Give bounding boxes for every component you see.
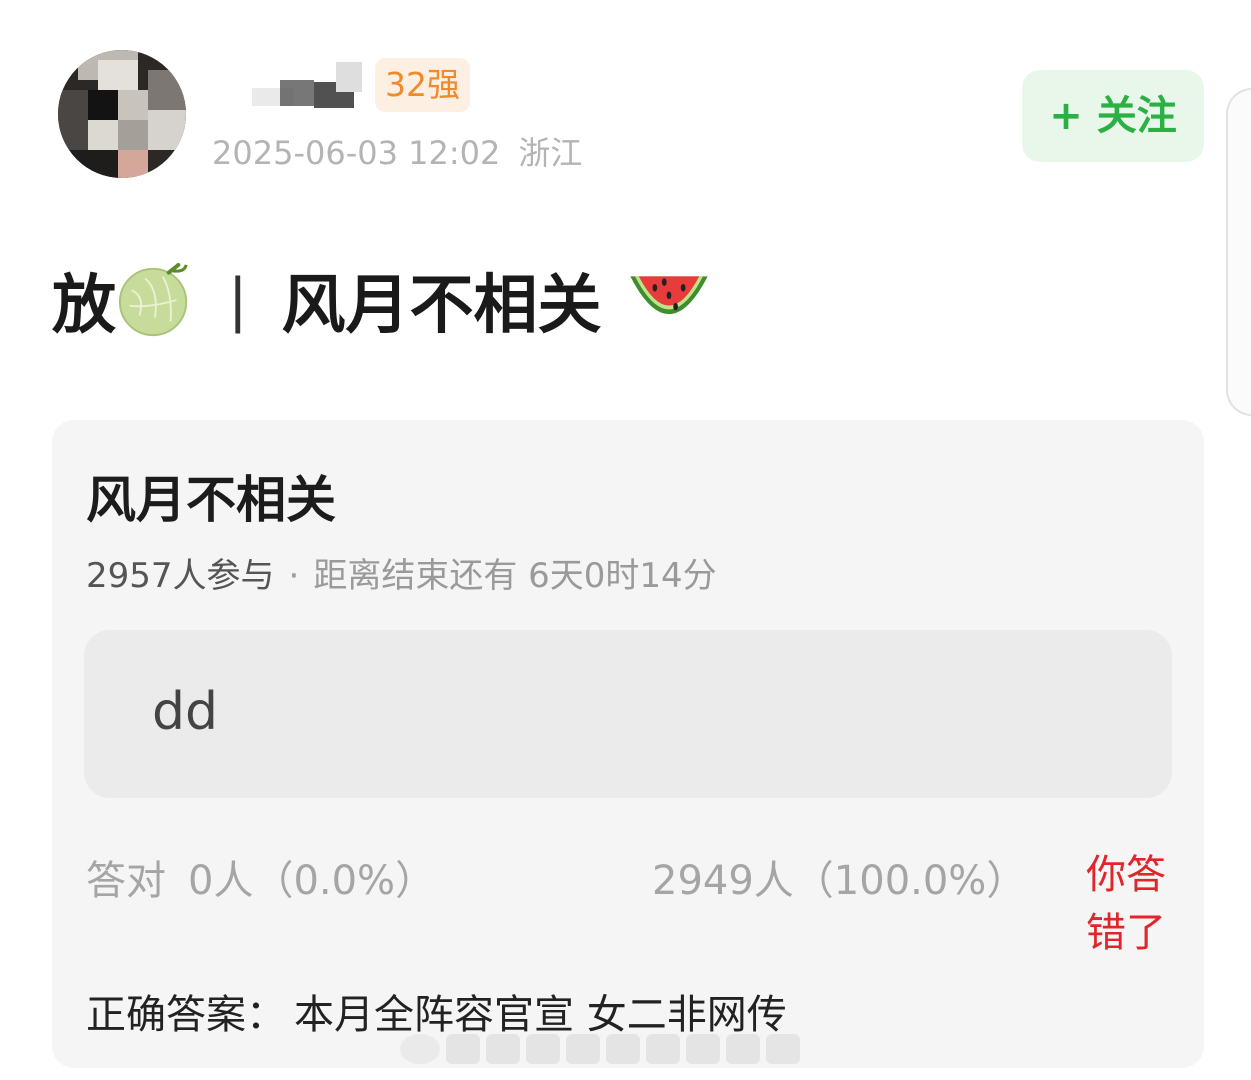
quiz-option[interactable]: dd (84, 630, 1172, 798)
correct-answer: 正确答案： 本月全阵容官宣 女二非网传 (86, 982, 787, 1040)
correct-stat: 答对 0人（0.0%） (86, 848, 435, 906)
correct-count: 0人（0.0%） (188, 858, 436, 904)
blurred-watermark (400, 1034, 810, 1074)
quiz-card: 风月不相关 2957人参与 · 距离结束还有 6天0时14分 dd 答对 0人（0.0… (52, 420, 1204, 1068)
wrong-count: 2949人（100.0%） (652, 858, 1027, 904)
side-panel-handle[interactable] (1226, 88, 1251, 416)
avatar[interactable] (58, 50, 186, 178)
title-separator: | (228, 266, 248, 334)
post-meta: 2025-06-03 12:02 浙江 (212, 128, 582, 174)
melon-emoji-icon (118, 262, 188, 337)
separator-dot: · (288, 556, 300, 596)
participant-count: 2957人参与 (86, 556, 275, 596)
post-timestamp: 2025-06-03 12:02 (212, 134, 501, 172)
answer-value: 本月全阵容官宣 女二非网传 (294, 992, 787, 1038)
quiz-option-text: dd (152, 682, 219, 742)
rank-badge: 32强 (375, 58, 470, 112)
countdown-text: 距离结束还有 6天0时14分 (313, 556, 717, 596)
correct-label: 答对 (86, 858, 166, 904)
follow-button[interactable]: + 关注 (1022, 70, 1204, 162)
quiz-title: 风月不相关 (86, 471, 336, 529)
result-label: 你答错了 (1086, 852, 1166, 956)
answer-label: 正确答案： (86, 992, 286, 1038)
post-title-text: 风月不相关 (281, 269, 602, 343)
quiz-subtitle: 2957人参与 · 距离结束还有 6天0时14分 (86, 548, 717, 597)
post-location: 浙江 (518, 134, 583, 172)
username[interactable] (252, 62, 362, 110)
post-title-prefix: 放 (52, 269, 116, 343)
post-title: 放 | 风月不相关 (52, 258, 712, 343)
watermelon-emoji-icon (629, 276, 708, 315)
